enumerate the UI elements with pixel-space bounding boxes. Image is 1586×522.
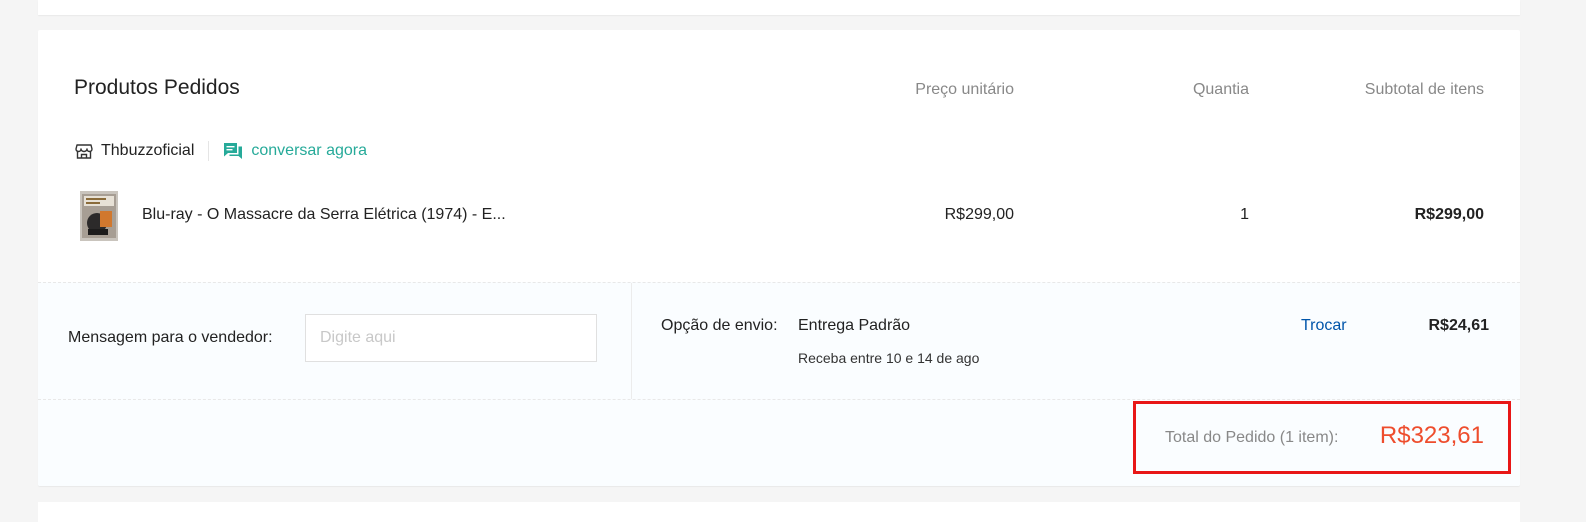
shipping-price: R$24,61 — [1428, 317, 1490, 334]
shop-divider — [208, 141, 210, 161]
product-unit-price: R$299,00 — [944, 206, 1014, 223]
order-total-label: Total do Pedido (1 item): — [1165, 429, 1339, 446]
change-shipping-link[interactable]: Trocar — [1301, 317, 1347, 335]
chat-now-button[interactable]: conversar agora — [223, 142, 367, 160]
order-total-value: R$323,61 — [1379, 422, 1484, 449]
shop-name[interactable]: Thbuzzoficial — [101, 142, 194, 160]
next-card — [38, 502, 1520, 522]
order-total-row: Total do Pedido (1 item): R$323,61 — [38, 400, 1520, 486]
product-name[interactable]: Blu-ray - O Massacre da Serra Elétrica (… — [142, 206, 506, 224]
chat-icon — [223, 142, 243, 160]
seller-message-input[interactable] — [305, 314, 597, 362]
column-header-quantity: Quantia — [1192, 81, 1249, 98]
seller-message-label: Mensagem para o vendedor: — [68, 329, 273, 346]
shipping-option-label: Opção de envio: — [661, 317, 778, 334]
section-divider — [631, 283, 632, 399]
shipping-method: Entrega Padrão — [798, 317, 911, 334]
message-and-shipping-section: Mensagem para o vendedor: Opção de envio… — [38, 282, 1520, 400]
store-icon — [75, 142, 93, 160]
shop-row: Thbuzzoficial conversar agora — [75, 140, 367, 162]
previous-card — [38, 0, 1520, 15]
column-header-unit-price: Preço unitário — [915, 81, 1014, 98]
chat-now-label: conversar agora — [251, 142, 367, 159]
column-header-subtotal: Subtotal de itens — [1364, 81, 1484, 98]
ordered-products-card: Produtos Pedidos Preço unitário Quantia … — [38, 30, 1520, 486]
shipping-eta: Receba entre 10 e 14 de ago — [798, 350, 980, 366]
product-thumbnail[interactable] — [80, 191, 118, 241]
order-total-highlight: Total do Pedido (1 item): R$323,61 — [1133, 401, 1511, 474]
section-title: Produtos Pedidos — [74, 76, 240, 99]
product-quantity: 1 — [1240, 206, 1249, 223]
product-subtotal: R$299,00 — [1414, 206, 1484, 223]
